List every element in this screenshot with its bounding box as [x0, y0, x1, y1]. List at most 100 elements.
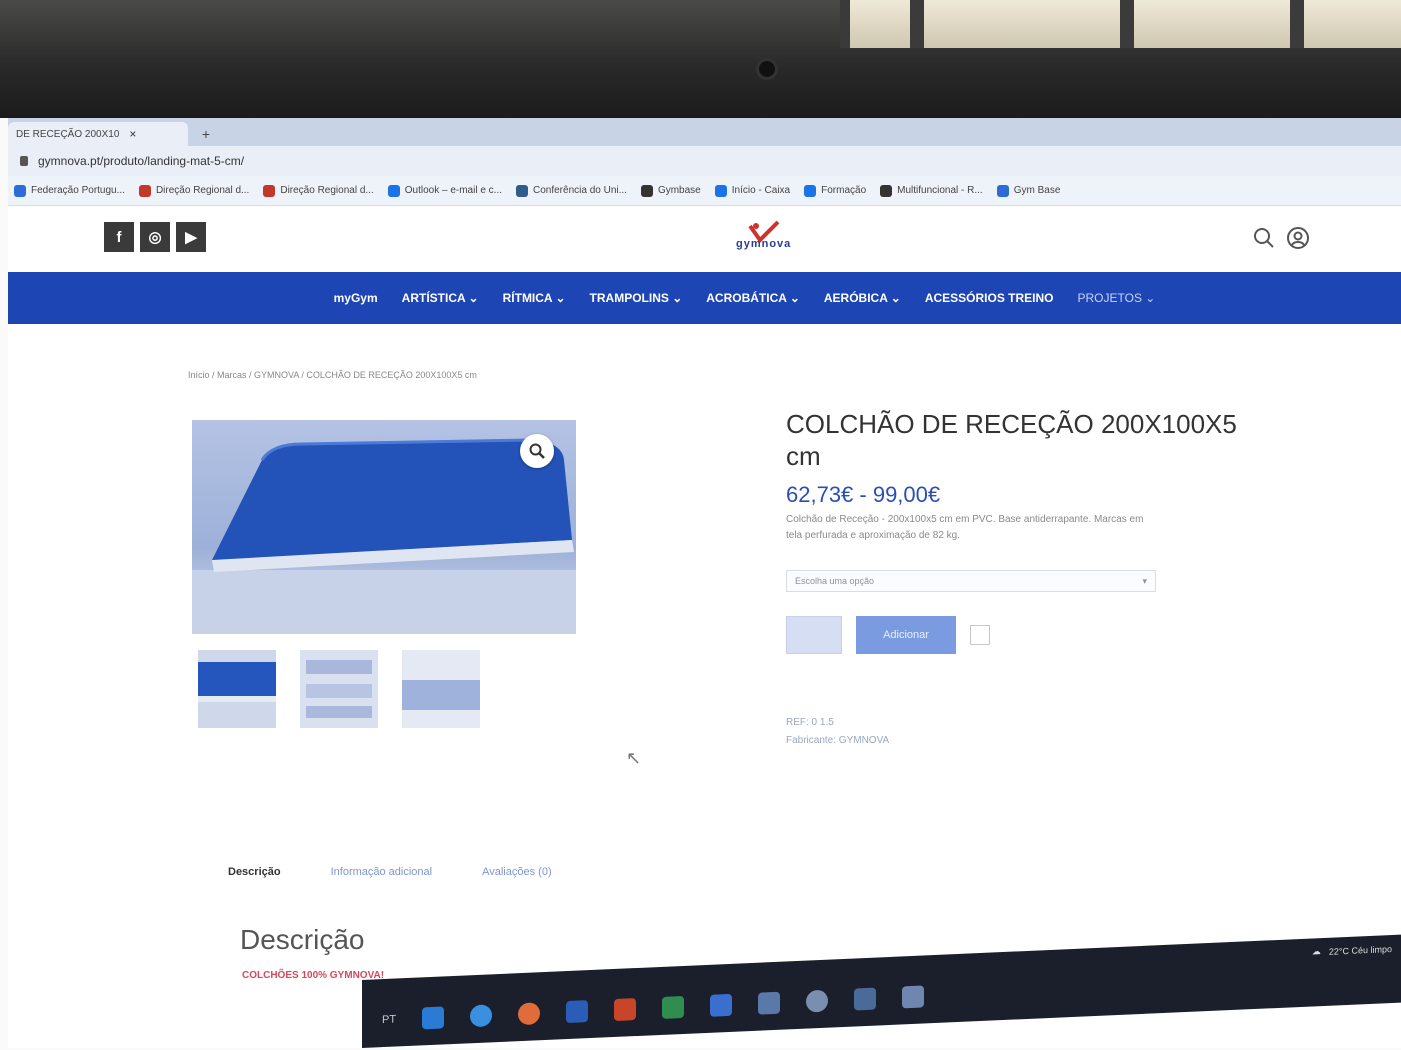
- account-icon[interactable]: [1286, 226, 1310, 250]
- edge-icon[interactable]: [422, 1006, 445, 1030]
- bookmark-favicon-icon: [387, 184, 400, 197]
- thumbnail-1[interactable]: [198, 650, 276, 728]
- bookmark-label: Gym Base: [1013, 185, 1061, 196]
- mail-icon[interactable]: [758, 991, 781, 1015]
- bookmark-label: Início - Caixa: [731, 185, 791, 196]
- chrome-icon[interactable]: [470, 1004, 493, 1028]
- product-thumbnails: [198, 650, 480, 728]
- thumbnail-2[interactable]: [300, 650, 378, 728]
- nav-item-projetos[interactable]: PROJETOS ⌄: [1078, 291, 1156, 305]
- tab-reviews[interactable]: Avaliações (0): [482, 866, 552, 878]
- bookmark-item[interactable]: Federação Portugu...: [14, 184, 125, 197]
- bookmark-item[interactable]: Outlook – e-mail e c...: [387, 184, 502, 197]
- instagram-icon[interactable]: ◎: [140, 222, 170, 252]
- bookmark-item[interactable]: Início - Caixa: [714, 184, 791, 197]
- tray-weather[interactable]: 22°C Céu limpo: [1329, 944, 1392, 957]
- browser-tabbar: DE RECEÇÃO 200X10 × +: [8, 118, 1401, 146]
- nav-item-acessórios[interactable]: ACESSÓRIOS TREINO: [925, 291, 1054, 305]
- wishlist-icon[interactable]: [970, 625, 990, 645]
- windows-taskbar: PT ☁ 22°C Céu limpo: [362, 934, 1401, 1048]
- bookmark-favicon-icon: [14, 184, 26, 197]
- product-summary: COLCHÃO DE RECEÇÃO 200X100X5 cm 62,73€ -…: [786, 408, 1266, 750]
- product-title: COLCHÃO DE RECEÇÃO 200X100X5 cm: [786, 409, 1237, 471]
- variation-select-value: Escolha uma opção: [795, 576, 875, 586]
- bookmark-item[interactable]: Direção Regional d...: [263, 184, 374, 197]
- bookmark-favicon-icon: [804, 184, 817, 197]
- add-to-cart-button[interactable]: Adicionar: [856, 616, 956, 654]
- nav-item-rítmica[interactable]: RÍTMICA ⌄: [503, 291, 566, 305]
- media-icon[interactable]: [806, 989, 829, 1013]
- bookmark-item[interactable]: Formação: [804, 184, 867, 197]
- bookmark-label: Gymbase: [657, 185, 701, 196]
- nav-item-aeróbica[interactable]: AERÓBICA ⌄: [824, 291, 901, 305]
- product-main-image[interactable]: [192, 420, 576, 634]
- background-window: [840, 0, 1401, 48]
- address-bar[interactable]: gymnova.pt/produto/landing-mat-5-cm/: [8, 146, 1401, 176]
- product-short-description: Colchão de Receção - 200x100x5 cm em PVC…: [786, 512, 1266, 544]
- bookmark-label: Conferência do Uni...: [533, 185, 627, 196]
- facebook-icon[interactable]: f: [104, 222, 134, 252]
- magnifier-icon: [529, 443, 545, 459]
- bookmark-label: Multifuncional - R...: [897, 185, 983, 196]
- bookmark-favicon-icon: [516, 184, 528, 197]
- bookmark-favicon-icon: [263, 184, 276, 197]
- url-text[interactable]: gymnova.pt/produto/landing-mat-5-cm/: [38, 154, 244, 168]
- description-heading: Descrição: [240, 924, 365, 955]
- product-tabs: Descrição Informação adicional Avaliaçõe…: [228, 866, 552, 878]
- bookmark-item[interactable]: Direção Regional d...: [138, 184, 250, 197]
- bookmark-label: Formação: [821, 185, 867, 196]
- bookmark-item[interactable]: Gymbase: [640, 184, 701, 197]
- bookmark-label: Direção Regional d...: [280, 185, 374, 196]
- taskbar-language[interactable]: PT: [382, 1014, 396, 1027]
- short-desc-line-2: tela perfurada e aproximação de 82 kg.: [786, 530, 960, 541]
- product-sku: REF: 0 1.5: [786, 717, 834, 728]
- bookmark-item[interactable]: Gym Base: [996, 184, 1061, 197]
- word-icon[interactable]: [566, 1000, 589, 1024]
- bookmark-favicon-icon: [996, 184, 1009, 197]
- bookmark-label: Federação Portugu...: [31, 185, 125, 196]
- short-desc-line-1: Colchão de Receção - 200x100x5 cm em PVC…: [786, 514, 1144, 525]
- site-header: f ◎ ▶ gymnova: [8, 206, 1401, 272]
- bookmark-favicon-icon: [640, 184, 653, 197]
- firefox-icon[interactable]: [518, 1002, 541, 1026]
- browser-tab-title: DE RECEÇÃO 200X10: [16, 128, 120, 140]
- mouse-cursor-icon: ↖: [626, 748, 642, 768]
- logo-text[interactable]: gymnova: [736, 238, 791, 250]
- bookmark-favicon-icon: [138, 184, 151, 197]
- tab-additional-info[interactable]: Informação adicional: [331, 866, 433, 878]
- excel-icon[interactable]: [662, 995, 685, 1019]
- tab-description[interactable]: Descrição: [228, 866, 281, 878]
- quantity-input[interactable]: [786, 616, 842, 654]
- add-to-cart-row: Adicionar: [786, 616, 1266, 654]
- close-icon[interactable]: ×: [129, 127, 136, 141]
- browser-tab[interactable]: DE RECEÇÃO 200X10 ×: [8, 122, 188, 146]
- explorer-icon[interactable]: [710, 993, 733, 1017]
- store-icon[interactable]: [854, 987, 877, 1011]
- nav-item-mygym[interactable]: myGym: [334, 291, 378, 305]
- main-nav: myGym ARTÍSTICA ⌄ RÍTMICA ⌄ TRAMPOLINS ⌄ ACR…: [8, 272, 1401, 324]
- bookmark-favicon-icon: [880, 184, 893, 197]
- chevron-down-icon: ▾: [1142, 575, 1147, 586]
- variation-select[interactable]: Escolha uma opção ▾: [786, 570, 1156, 592]
- weather-icon: ☁: [1311, 946, 1321, 957]
- product-meta: REF: 0 1.5 Fabricante: GYMNOVA: [786, 714, 1266, 750]
- search-icon[interactable]: [1252, 226, 1276, 250]
- powerpoint-icon[interactable]: [614, 998, 637, 1021]
- nav-item-trampolins[interactable]: TRAMPOLINS ⌄: [590, 291, 683, 305]
- settings-icon[interactable]: [902, 985, 925, 1009]
- product-category[interactable]: Fabricante: GYMNOVA: [786, 732, 1266, 750]
- breadcrumb[interactable]: Início / Marcas / GYMNOVA / COLCHÃO DE R…: [188, 370, 477, 380]
- thumbnail-3[interactable]: [402, 650, 480, 728]
- bookmark-item[interactable]: Conferência do Uni...: [516, 184, 627, 197]
- product-price: 62,73€ - 99,00€: [786, 482, 941, 507]
- youtube-icon[interactable]: ▶: [176, 222, 206, 252]
- bookmark-item[interactable]: Multifuncional - R...: [880, 184, 983, 197]
- zoom-button[interactable]: [520, 434, 554, 468]
- screen: DE RECEÇÃO 200X10 × + gymnova.pt/produto…: [8, 118, 1401, 1048]
- lock-icon: [20, 156, 28, 166]
- new-tab-button[interactable]: +: [194, 126, 218, 146]
- nav-item-acrobática[interactable]: ACROBÁTICA ⌄: [706, 291, 800, 305]
- bookmarks-bar: Federação Portugu... Direção Regional d..…: [8, 176, 1401, 206]
- bookmark-label: Direção Regional d...: [155, 185, 250, 196]
- nav-item-artística[interactable]: ARTÍSTICA ⌄: [402, 291, 479, 305]
